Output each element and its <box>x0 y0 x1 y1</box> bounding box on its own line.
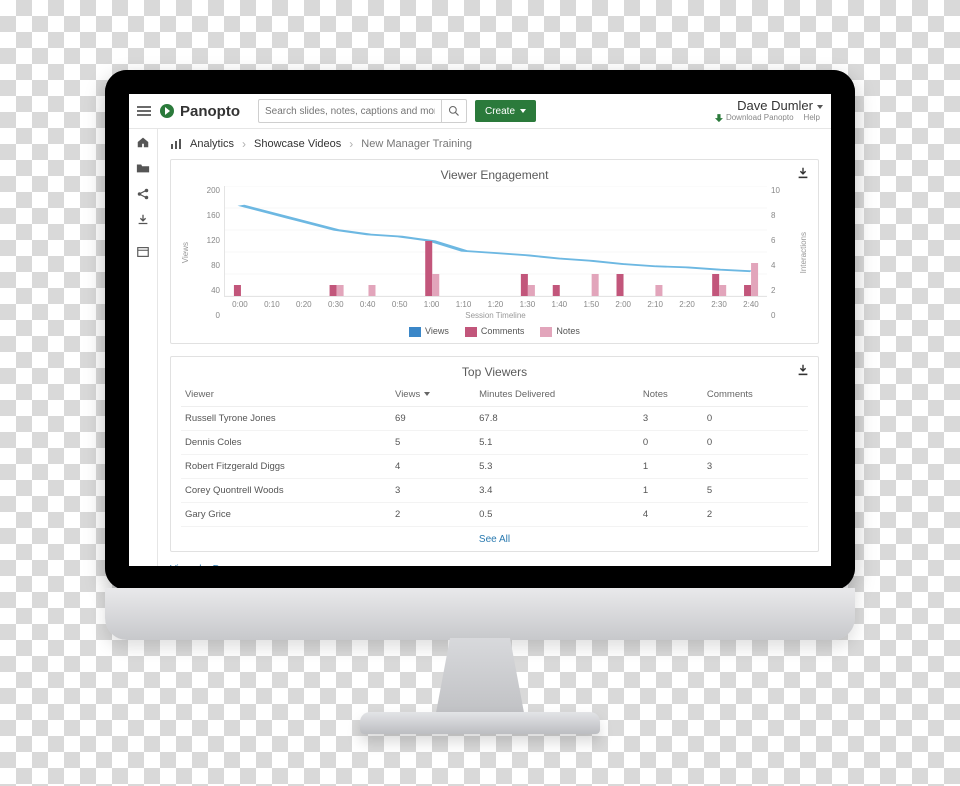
home-icon[interactable] <box>136 135 150 149</box>
search-input[interactable] <box>259 106 441 117</box>
screen: Panopto Create Dave Dumler <box>129 94 831 566</box>
table-cell: 0.5 <box>475 502 639 526</box>
table-header[interactable]: Minutes Delivered <box>475 383 639 407</box>
top-viewers-table: ViewerViewsMinutes DeliveredNotesComment… <box>181 383 808 527</box>
breadcrumb: Analytics › Showcase Videos › New Manage… <box>170 137 819 151</box>
left-nav <box>129 129 158 566</box>
engagement-card: Viewer Engagement Views 20016012080400 <box>170 159 819 344</box>
table-cell: 5 <box>703 478 808 502</box>
topbar: Panopto Create Dave Dumler <box>129 94 831 129</box>
table-cell: 5 <box>391 430 475 454</box>
legend-item-views: Views <box>409 326 449 337</box>
chart-area: Views 20016012080400 0:000:100:200:300:4… <box>181 186 808 320</box>
analytics-icon <box>170 138 182 150</box>
table-header[interactable]: Notes <box>639 383 703 407</box>
breadcrumb-folder[interactable]: Showcase Videos <box>254 138 341 150</box>
search-icon <box>448 105 460 117</box>
download-panopto-link[interactable]: Download Panopto <box>715 114 794 123</box>
table-header-row: ViewerViewsMinutes DeliveredNotesComment… <box>181 383 808 407</box>
table-row[interactable]: Gary Grice20.542 <box>181 502 808 526</box>
download-icon[interactable] <box>136 213 150 227</box>
anchor-links: Views by DayViewer EngagementTop Viewers <box>170 564 819 566</box>
window-icon[interactable] <box>136 245 150 259</box>
x-axis-label: Session Timeline <box>224 311 767 320</box>
table-cell: 3 <box>391 478 475 502</box>
create-label: Create <box>485 106 515 117</box>
breadcrumb-current: New Manager Training <box>361 138 472 150</box>
y-axis-right-label: Interactions <box>799 232 808 273</box>
anchor-link[interactable]: Views by Day <box>170 564 819 566</box>
table-row[interactable]: Dennis Coles55.100 <box>181 430 808 454</box>
monitor-stand-foot <box>360 712 600 734</box>
table-cell: Russell Tyrone Jones <box>181 406 391 430</box>
main-content: Analytics › Showcase Videos › New Manage… <box>158 129 831 566</box>
table-cell: 4 <box>639 502 703 526</box>
table-cell: 0 <box>703 406 808 430</box>
user-block: Dave Dumler Download Panopto Help <box>715 99 823 122</box>
menu-icon[interactable] <box>137 106 151 116</box>
x-axis-ticks: 0:000:100:200:300:400:501:001:101:201:30… <box>224 300 767 309</box>
table-cell: Gary Grice <box>181 502 391 526</box>
chevron-right-icon: › <box>349 137 353 151</box>
table-row[interactable]: Corey Quontrell Woods33.415 <box>181 478 808 502</box>
chevron-down-icon <box>520 109 526 113</box>
help-link[interactable]: Help <box>804 114 823 123</box>
table-cell: 3 <box>703 454 808 478</box>
table-cell: 3 <box>639 406 703 430</box>
y-axis-left-ticks: 20016012080400 <box>190 186 224 320</box>
chart-legend: Views Comments Notes <box>181 326 808 337</box>
download-table-button[interactable] <box>796 363 810 377</box>
chevron-down-icon <box>817 105 823 109</box>
table-cell: 4 <box>391 454 475 478</box>
table-header[interactable]: Viewer <box>181 383 391 407</box>
table-cell: 2 <box>391 502 475 526</box>
share-icon[interactable] <box>136 187 150 201</box>
top-viewers-title: Top Viewers <box>181 365 808 379</box>
legend-item-notes: Notes <box>540 326 580 337</box>
table-cell: 0 <box>639 430 703 454</box>
table-cell: Dennis Coles <box>181 430 391 454</box>
table-cell: 3.4 <box>475 478 639 502</box>
table-cell: 67.8 <box>475 406 639 430</box>
user-name-label: Dave Dumler <box>737 99 813 113</box>
brand-logo[interactable]: Panopto <box>159 103 240 120</box>
folder-icon[interactable] <box>136 161 150 175</box>
legend-item-comments: Comments <box>465 326 525 337</box>
table-cell: 5.1 <box>475 430 639 454</box>
table-cell: Robert Fitzgerald Diggs <box>181 454 391 478</box>
search-box <box>258 99 467 123</box>
table-cell: 69 <box>391 406 475 430</box>
download-chart-button[interactable] <box>796 166 810 180</box>
chevron-right-icon: › <box>242 137 246 151</box>
table-cell: 1 <box>639 478 703 502</box>
sort-desc-icon <box>424 392 430 396</box>
engagement-title: Viewer Engagement <box>181 168 808 182</box>
y-axis-right-ticks: 1086420 <box>767 186 799 320</box>
brand-mark-icon <box>159 103 175 119</box>
see-all-link[interactable]: See All <box>479 534 510 545</box>
create-button[interactable]: Create <box>475 100 536 122</box>
breadcrumb-root[interactable]: Analytics <box>190 138 234 150</box>
table-cell: 2 <box>703 502 808 526</box>
table-row[interactable]: Russell Tyrone Jones6967.830 <box>181 406 808 430</box>
table-header[interactable]: Views <box>391 383 475 407</box>
brand-name: Panopto <box>180 103 240 120</box>
table-header[interactable]: Comments <box>703 383 808 407</box>
app-root: Panopto Create Dave Dumler <box>129 94 831 566</box>
y-axis-left-label: Views <box>181 242 190 263</box>
table-cell: 5.3 <box>475 454 639 478</box>
top-viewers-card: Top Viewers ViewerViewsMinutes Delivered… <box>170 356 819 552</box>
user-menu[interactable]: Dave Dumler <box>715 99 823 113</box>
monitor-chin <box>105 588 855 640</box>
search-button[interactable] <box>441 100 466 122</box>
table-cell: 0 <box>703 430 808 454</box>
table-cell: 1 <box>639 454 703 478</box>
table-row[interactable]: Robert Fitzgerald Diggs45.313 <box>181 454 808 478</box>
monitor-stand-neck <box>430 638 530 718</box>
monitor-frame: Panopto Create Dave Dumler <box>105 70 855 590</box>
app-body: Analytics › Showcase Videos › New Manage… <box>129 129 831 566</box>
table-cell: Corey Quontrell Woods <box>181 478 391 502</box>
download-icon <box>715 114 723 122</box>
chart-plot <box>224 186 767 297</box>
